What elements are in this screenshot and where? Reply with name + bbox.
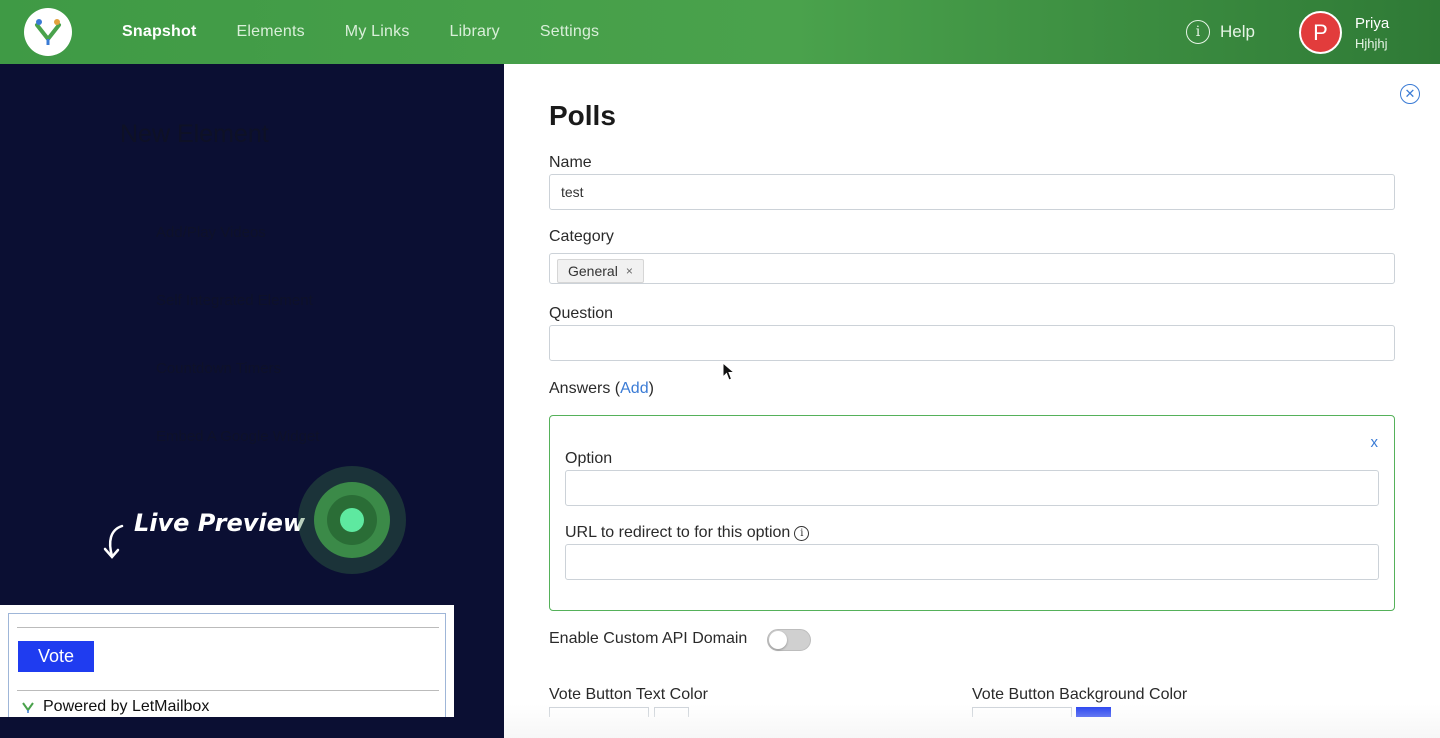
background-item: Add/Play Videos [156,224,266,241]
add-answer-link[interactable]: Add [620,380,648,397]
live-preview-pulse-icon [298,466,406,574]
nav-settings[interactable]: Settings [540,23,599,41]
remove-answer-icon[interactable]: x [1371,434,1379,451]
poll-preview: Vote Powered by LetMailbox [0,605,454,717]
letmailbox-logo-icon [22,702,34,713]
top-navbar: Snapshot Elements My Links Library Setti… [0,0,1440,64]
logo-icon [35,19,61,45]
powered-by-label: Powered by LetMailbox [43,698,210,715]
scroll-fade [504,704,1440,738]
category-select[interactable]: General × [549,253,1395,284]
background-item: Self Integrated Element [156,292,313,309]
tag-remove-icon[interactable]: × [626,264,633,278]
vote-text-color-label: Vote Button Text Color [549,686,708,703]
help-link[interactable]: i Help [1186,20,1255,44]
nav-snapshot[interactable]: Snapshot [122,23,197,41]
curved-arrow-icon [103,524,124,559]
redirect-url-input[interactable] [565,544,1379,580]
nav-elements[interactable]: Elements [237,23,305,41]
vote-bg-color-label: Vote Button Background Color [972,686,1188,703]
app-logo[interactable] [24,8,72,56]
category-label: Category [549,228,614,245]
answers-label: Answers (Add) [549,380,654,397]
info-icon[interactable]: i [794,526,810,541]
answer-card: x Option URL to redirect to for this opt… [549,415,1395,611]
background-item: Countdown Timers [156,360,282,377]
name-input[interactable]: test [549,174,1395,210]
polls-panel: ✕ Polls Name test Category General × Que… [504,64,1440,738]
question-input[interactable] [549,325,1395,361]
option-label: Option [565,450,613,467]
page-title: Polls [549,100,616,131]
nav-my-links[interactable]: My Links [345,23,410,41]
background-item: Embed A Google Widget [156,428,320,445]
help-label: Help [1220,22,1255,41]
close-icon[interactable]: ✕ [1400,84,1420,104]
category-tag-label: General [568,263,618,279]
info-icon: i [1186,20,1210,44]
user-subtitle: Hjhjhj [1355,36,1388,51]
nav-library[interactable]: Library [450,23,500,41]
live-preview-label: Live Preview [134,509,306,537]
powered-by[interactable]: Powered by LetMailbox [21,698,209,716]
question-label: Question [549,305,614,322]
url-label: URL to redirect to for this option i [565,524,810,542]
main-nav: Snapshot Elements My Links Library Setti… [122,0,599,64]
custom-api-toggle[interactable] [767,629,811,651]
name-label: Name [549,154,592,171]
avatar[interactable]: P [1299,11,1342,54]
category-tag: General × [557,259,644,283]
mouse-cursor-icon [722,362,736,381]
custom-api-label: Enable Custom API Domain [549,630,748,647]
user-name: Priya [1355,15,1390,32]
option-input[interactable] [565,470,1379,506]
background-title: New Element [120,120,269,148]
preview-vote-button[interactable]: Vote [18,641,94,672]
